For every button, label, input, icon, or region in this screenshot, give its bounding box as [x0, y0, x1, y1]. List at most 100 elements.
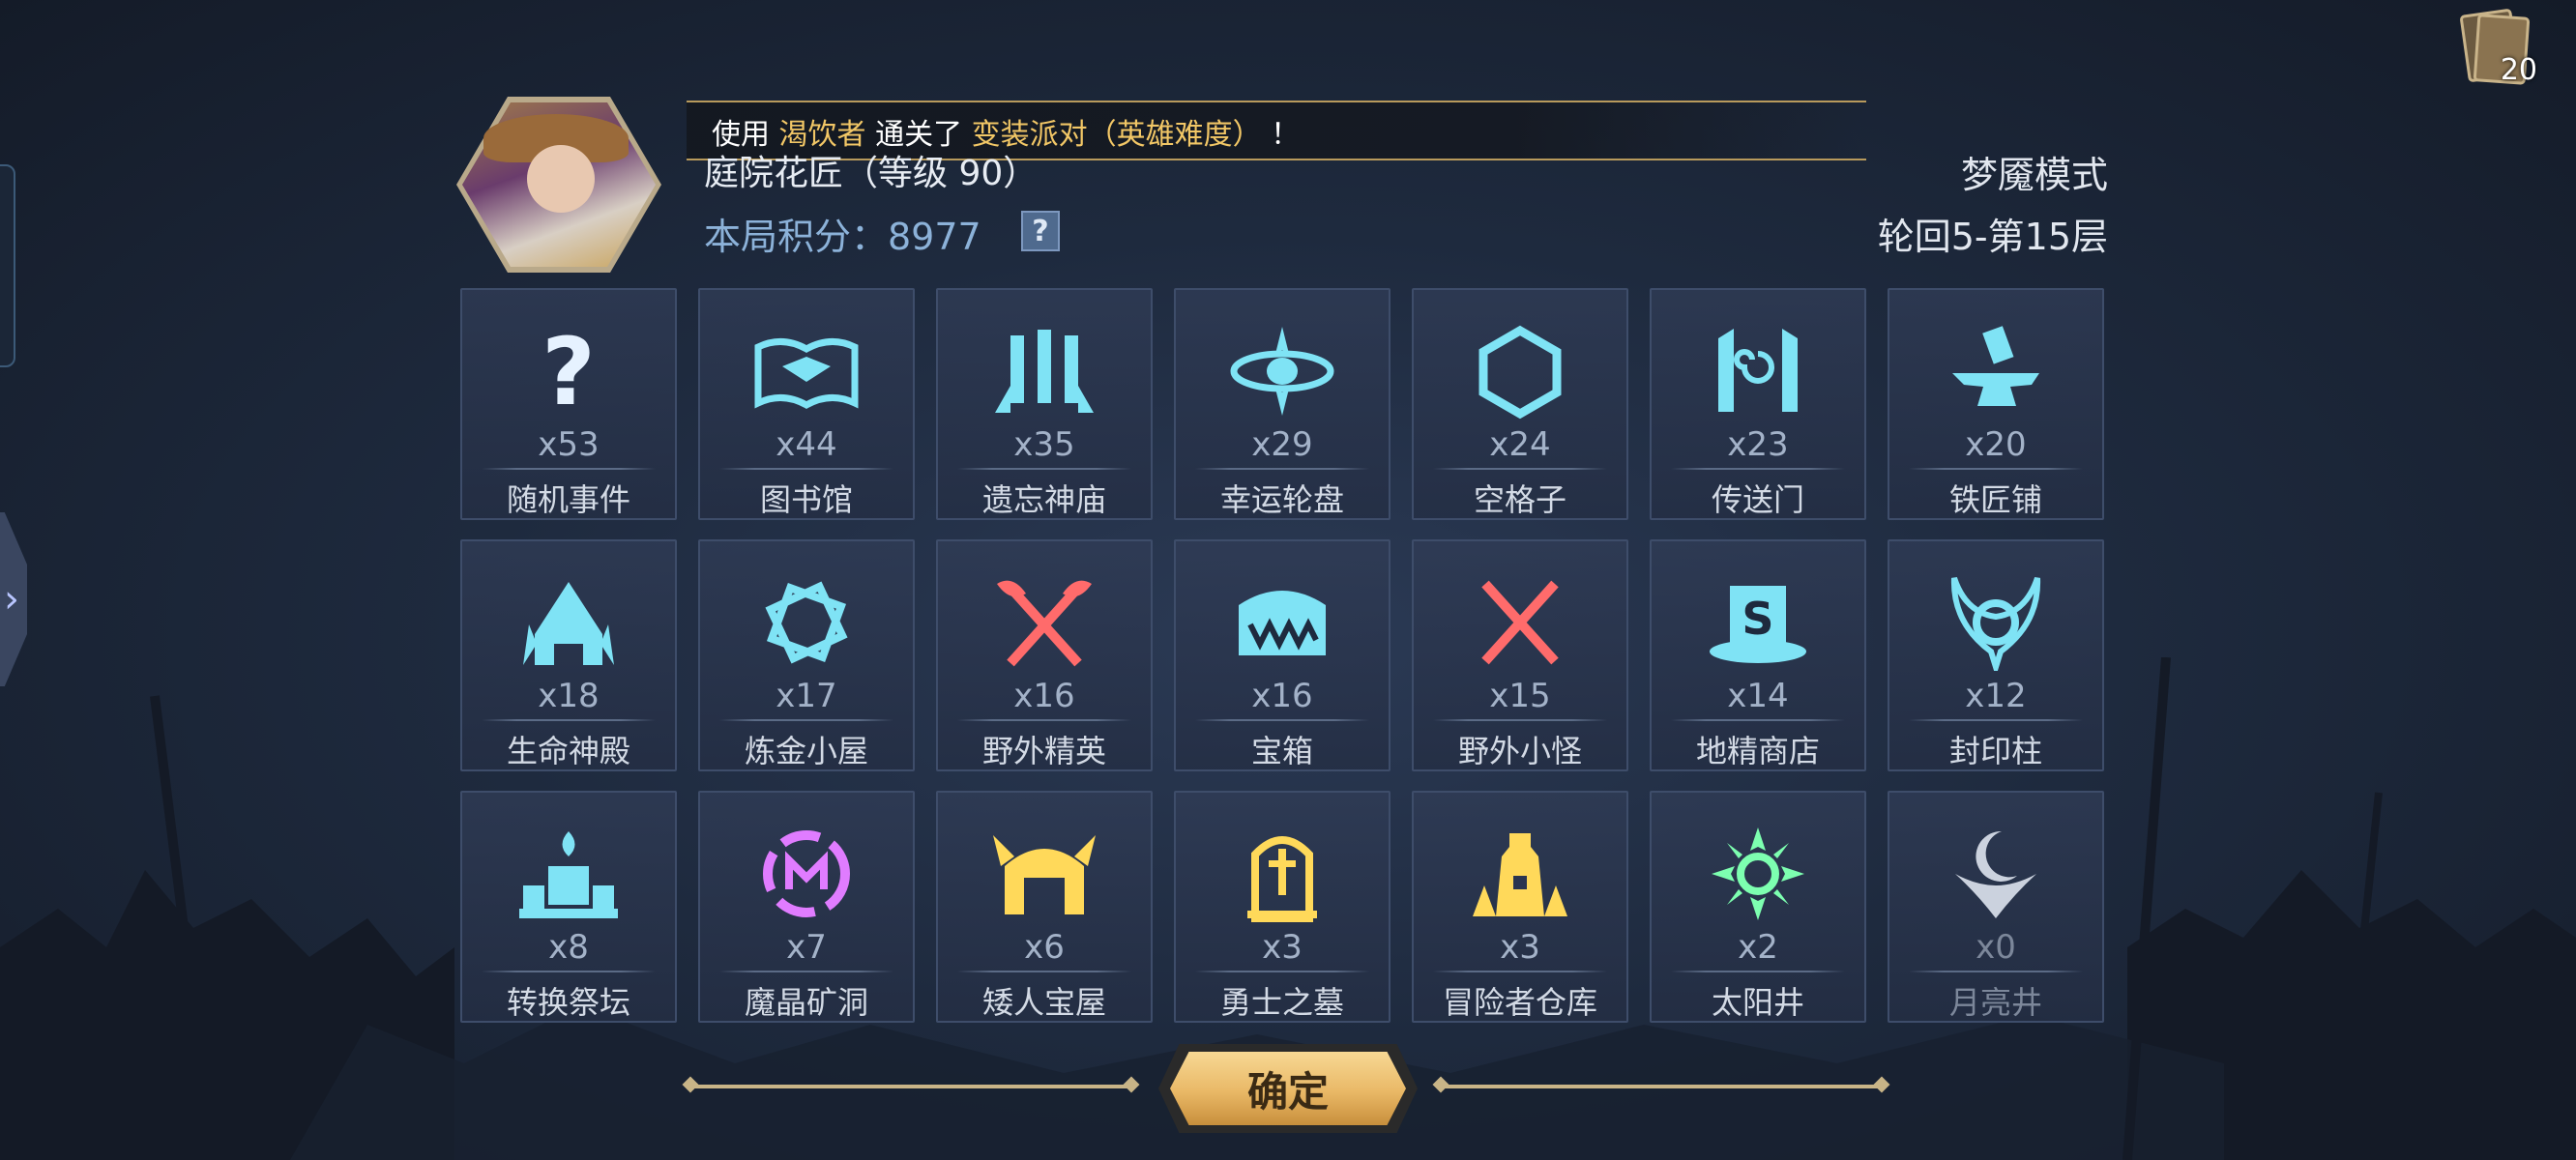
node-cell-warrior-tomb[interactable]: x3 勇士之墓 [1174, 791, 1390, 1023]
help-button[interactable]: ? [1021, 211, 1060, 251]
cell-divider [1671, 719, 1845, 721]
node-label: 矮人宝屋 [981, 984, 1106, 1021]
cell-divider [1909, 971, 2083, 972]
node-label: 勇士之墓 [1219, 984, 1344, 1021]
node-count: x3 [1500, 928, 1540, 967]
decorative-line-left [690, 1085, 1131, 1088]
node-count: x20 [1965, 425, 2027, 464]
tomb-icon [1229, 826, 1335, 922]
crossed-swords-icon [1467, 574, 1573, 671]
node-cell-seal-pillar[interactable]: x12 封印柱 [1888, 539, 2104, 771]
node-label: 封印柱 [1948, 733, 2042, 769]
node-cell-dwarf-treasure[interactable]: x6 矮人宝屋 [936, 791, 1153, 1023]
node-label: 冒险者仓库 [1442, 984, 1597, 1021]
node-count: x12 [1965, 677, 2027, 715]
node-label: 铁匠铺 [1948, 481, 2042, 518]
node-count: x16 [1013, 677, 1075, 715]
node-cell-forgotten-temple[interactable]: x35 遗忘神庙 [936, 288, 1153, 520]
node-cell-wild-elite[interactable]: x16 野外精英 [936, 539, 1153, 771]
cell-divider [1433, 468, 1607, 470]
player-name: 庭院花匠（等级 90） [704, 154, 1039, 193]
book-icon [753, 323, 860, 420]
node-cell-blacksmith[interactable]: x20 铁匠铺 [1888, 288, 2104, 520]
cell-divider [957, 971, 1131, 972]
decorative-line-right [1441, 1085, 1882, 1088]
cell-divider [1671, 468, 1845, 470]
node-stats-grid: ? x53 随机事件 x44 图书馆 x35 遗忘神庙 x29 幸运轮盘 x24 [460, 288, 2104, 1023]
node-cell-conversion-altar[interactable]: x8 转换祭坛 [460, 791, 677, 1023]
cell-divider [482, 719, 656, 721]
avatar-face [527, 145, 595, 213]
node-label: 转换祭坛 [506, 984, 630, 1021]
cell-divider [1909, 468, 2083, 470]
node-label: 宝箱 [1250, 733, 1313, 769]
node-label: 野外精英 [981, 733, 1106, 769]
node-cell-empty-slot[interactable]: x24 空格子 [1412, 288, 1628, 520]
node-count: x6 [1024, 928, 1065, 967]
cell-divider [719, 719, 893, 721]
node-count: x16 [1251, 677, 1313, 715]
cell-divider [1433, 719, 1607, 721]
node-count: x29 [1251, 425, 1313, 464]
floor-progress: 轮回5-第15层 [1877, 216, 2108, 258]
node-count: x0 [1976, 928, 2016, 967]
node-cell-adventurer-warehouse[interactable]: x3 冒险者仓库 [1412, 791, 1628, 1023]
alchemy-icon [753, 574, 860, 671]
node-count: x3 [1262, 928, 1303, 967]
card-deck[interactable]: 20 [2459, 8, 2537, 87]
node-label: 幸运轮盘 [1219, 481, 1344, 518]
node-cell-crystal-mine[interactable]: x7 魔晶矿洞 [698, 791, 915, 1023]
node-count: x8 [548, 928, 589, 967]
wheel-icon [1229, 323, 1335, 420]
score-label: 本局积分：8977 [704, 216, 981, 258]
node-cell-sun-well[interactable]: x2 太阳井 [1650, 791, 1866, 1023]
node-cell-portal[interactable]: x23 传送门 [1650, 288, 1866, 520]
node-cell-life-shrine[interactable]: x18 生命神殿 [460, 539, 677, 771]
node-label: 炼金小屋 [744, 733, 868, 769]
node-label: 传送门 [1711, 481, 1804, 518]
altar-icon [515, 826, 622, 922]
node-cell-moon-well[interactable]: x0 月亮井 [1888, 791, 2104, 1023]
portal-icon [1705, 323, 1811, 420]
node-label: 野外小怪 [1457, 733, 1582, 769]
anvil-icon [1943, 323, 2049, 420]
node-count: x24 [1489, 425, 1551, 464]
question-icon: ? [515, 323, 622, 420]
cell-divider [1909, 719, 2083, 721]
node-cell-treasure-chest[interactable]: x16 宝箱 [1174, 539, 1390, 771]
node-count: x23 [1727, 425, 1789, 464]
confirm-button[interactable]: 确定 [1170, 1052, 1406, 1125]
svg-text:?: ? [542, 323, 596, 420]
side-panel-tab[interactable] [0, 164, 15, 367]
cell-divider [1671, 971, 1845, 972]
cell-divider [719, 971, 893, 972]
node-cell-lucky-wheel[interactable]: x29 幸运轮盘 [1174, 288, 1390, 520]
node-cell-goblin-shop[interactable]: S x14 地精商店 [1650, 539, 1866, 771]
chest-icon [1229, 574, 1335, 671]
node-cell-alchemy-hut[interactable]: x17 炼金小屋 [698, 539, 915, 771]
cell-divider [957, 468, 1131, 470]
crystal-mine-icon [753, 826, 860, 922]
cell-divider [1195, 719, 1369, 721]
node-label: 随机事件 [506, 481, 630, 518]
node-count: x14 [1727, 677, 1789, 715]
svg-text:S: S [1742, 593, 1773, 645]
cell-divider [482, 971, 656, 972]
node-label: 太阳井 [1711, 984, 1804, 1021]
node-cell-random-event[interactable]: ? x53 随机事件 [460, 288, 677, 520]
cell-divider [1195, 468, 1369, 470]
cell-divider [719, 468, 893, 470]
cell-divider [482, 468, 656, 470]
node-count: x44 [776, 425, 837, 464]
node-cell-wild-minion[interactable]: x15 野外小怪 [1412, 539, 1628, 771]
node-cell-library[interactable]: x44 图书馆 [698, 288, 915, 520]
sun-well-icon [1705, 826, 1811, 922]
cell-divider [1433, 971, 1607, 972]
game-mode: 梦魇模式 [1960, 154, 2108, 196]
seal-icon [1943, 574, 2049, 671]
notice-suffix: ！ [1261, 118, 1301, 152]
node-count: x53 [538, 425, 600, 464]
cell-divider [957, 719, 1131, 721]
temple-icon [991, 323, 1098, 420]
node-count: x35 [1013, 425, 1075, 464]
